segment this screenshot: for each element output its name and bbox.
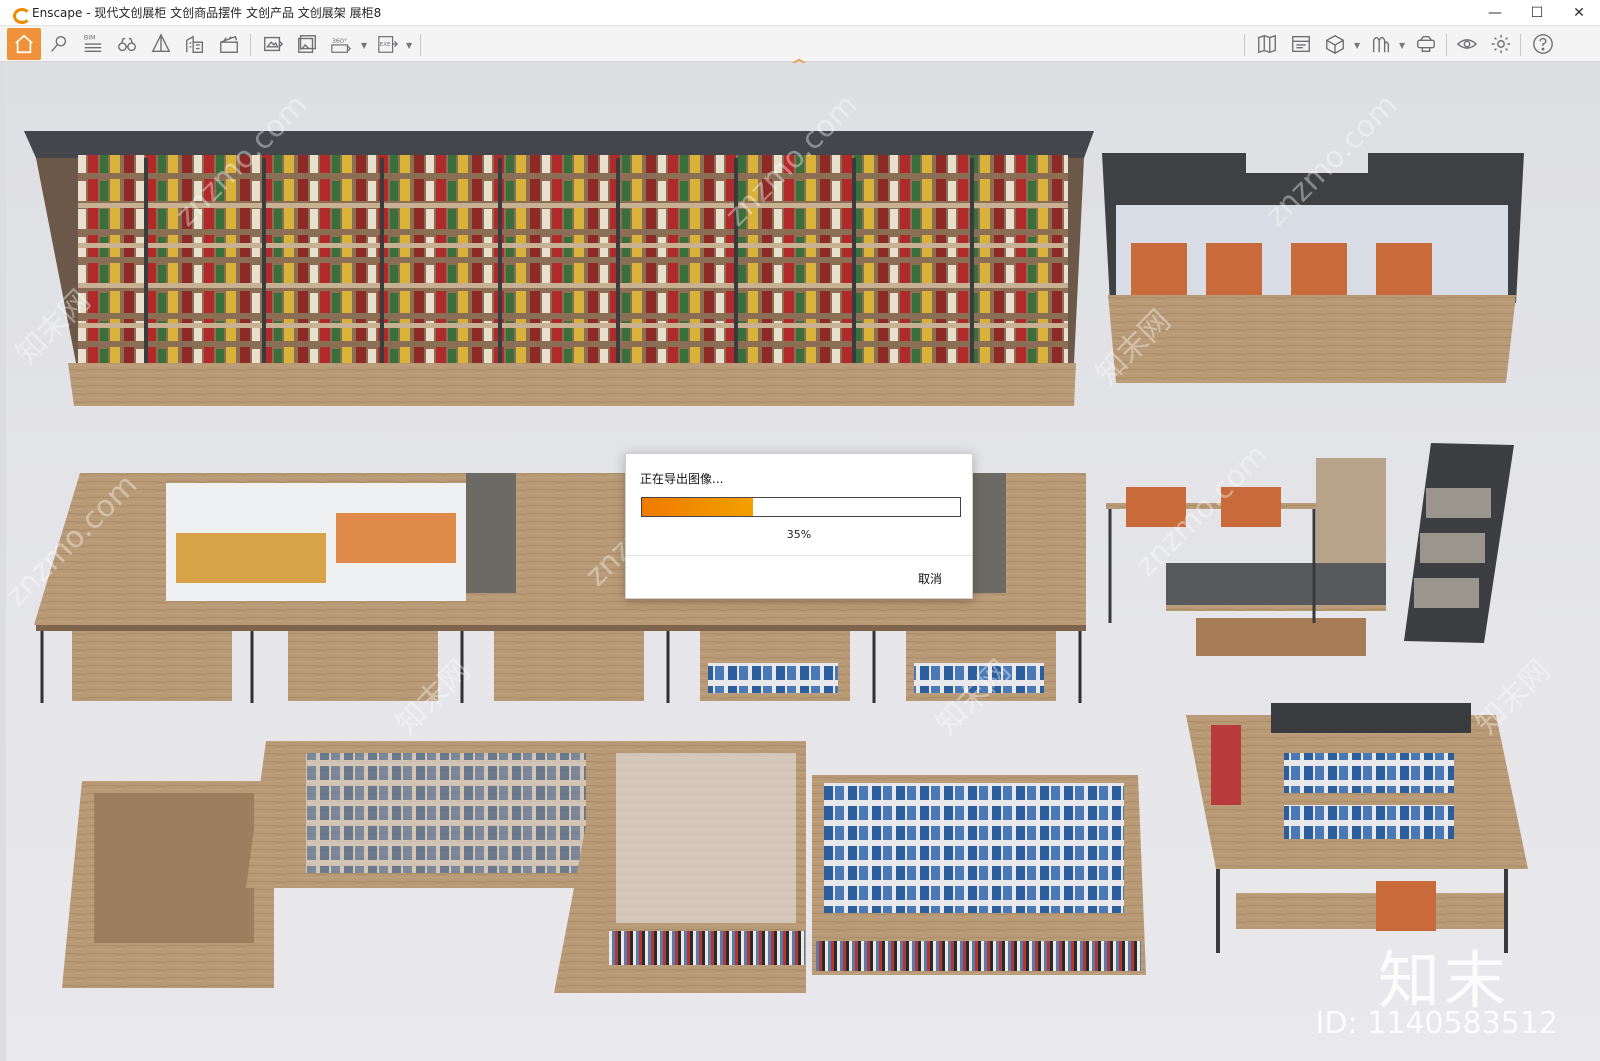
enscape-logo-icon	[12, 6, 31, 24]
eye-button[interactable]	[1452, 29, 1482, 59]
svg-text:EXE: EXE	[380, 42, 391, 48]
buildings-button[interactable]	[180, 29, 210, 59]
clapper-icon	[220, 35, 238, 53]
panorama-360-icon: 360°	[331, 37, 352, 53]
progress-bar-fill	[642, 498, 754, 516]
screenshot-icon	[264, 36, 284, 52]
maximize-button[interactable]: ☐	[1516, 0, 1558, 26]
book-display-tables	[62, 741, 1146, 993]
export-exe-button[interactable]: EXE	[373, 29, 403, 59]
export-exe-icon: EXE	[378, 36, 399, 53]
svg-text:360°: 360°	[332, 37, 347, 45]
screenshot-button[interactable]	[258, 29, 288, 59]
dialog-title: 正在导出图像...	[640, 472, 724, 486]
eye-icon	[1456, 39, 1478, 49]
pin-icon	[51, 35, 67, 52]
toolbar-separator	[420, 34, 421, 56]
vr-headset-icon	[1417, 35, 1435, 53]
cube-view-button[interactable]	[1320, 29, 1350, 59]
cube-view-icon	[1326, 34, 1344, 54]
toolbar-separator	[1446, 34, 1447, 56]
map-button[interactable]	[1252, 29, 1282, 59]
visual-settings-button[interactable]	[1366, 29, 1396, 59]
help-button[interactable]	[1528, 29, 1558, 59]
batch-render-icon	[298, 35, 316, 53]
title-bar: Enscape - 现代文创展柜 文创商品摆件 文创产品 文创展架 展柜8 — …	[0, 0, 1600, 26]
pin-button[interactable]	[44, 29, 74, 59]
binoculars-icon	[118, 37, 136, 52]
watermark-id: ID: 1140583512	[1315, 1006, 1558, 1041]
gear-icon	[1491, 34, 1511, 54]
progress-bar	[641, 497, 961, 517]
progress-percent-label: 35%	[786, 528, 812, 541]
settings-button[interactable]	[1486, 29, 1516, 59]
window-title: Enscape - 现代文创展柜 文创商品摆件 文创产品 文创展架 展柜8	[32, 6, 382, 20]
toolbar-separator	[1244, 34, 1245, 56]
home-icon	[15, 34, 33, 54]
book-shelf-table	[1186, 703, 1528, 953]
export-progress-dialog: 正在导出图像... 35% 取消	[625, 453, 973, 599]
binoculars-button[interactable]	[112, 29, 142, 59]
close-button[interactable]: ✕	[1558, 0, 1600, 26]
dialog-divider	[626, 555, 972, 556]
wall-shelf-unit	[24, 131, 1094, 406]
help-icon	[1533, 34, 1553, 54]
minimize-button[interactable]: —	[1474, 0, 1516, 26]
asset-library-button[interactable]	[1286, 29, 1316, 59]
asset-library-icon	[1292, 35, 1310, 53]
panorama-dropdown-icon[interactable]: ▼	[361, 41, 367, 50]
map-icon	[1258, 34, 1276, 54]
bim-icon: BIM	[84, 33, 102, 53]
svg-text:BIM: BIM	[84, 33, 96, 41]
visual-settings-dropdown-icon[interactable]: ▼	[1399, 41, 1405, 50]
cube-view-dropdown-icon[interactable]: ▼	[1354, 41, 1360, 50]
vr-headset-button[interactable]	[1411, 29, 1441, 59]
panorama-button[interactable]: 360°	[326, 29, 356, 59]
buildings-icon	[186, 35, 204, 53]
visual-settings-icon	[1372, 36, 1390, 53]
cancel-button[interactable]: 取消	[918, 570, 942, 587]
toolbar-separator	[1520, 34, 1521, 56]
batch-render-button[interactable]	[292, 29, 322, 59]
video-editor-button[interactable]	[214, 29, 244, 59]
export-dropdown-icon[interactable]: ▼	[406, 41, 412, 50]
bim-button[interactable]: BIM	[78, 29, 108, 59]
home-button[interactable]	[7, 28, 41, 60]
perspective-button[interactable]	[146, 29, 176, 59]
toolbar-separator	[250, 34, 251, 56]
perspective-icon	[151, 33, 171, 53]
